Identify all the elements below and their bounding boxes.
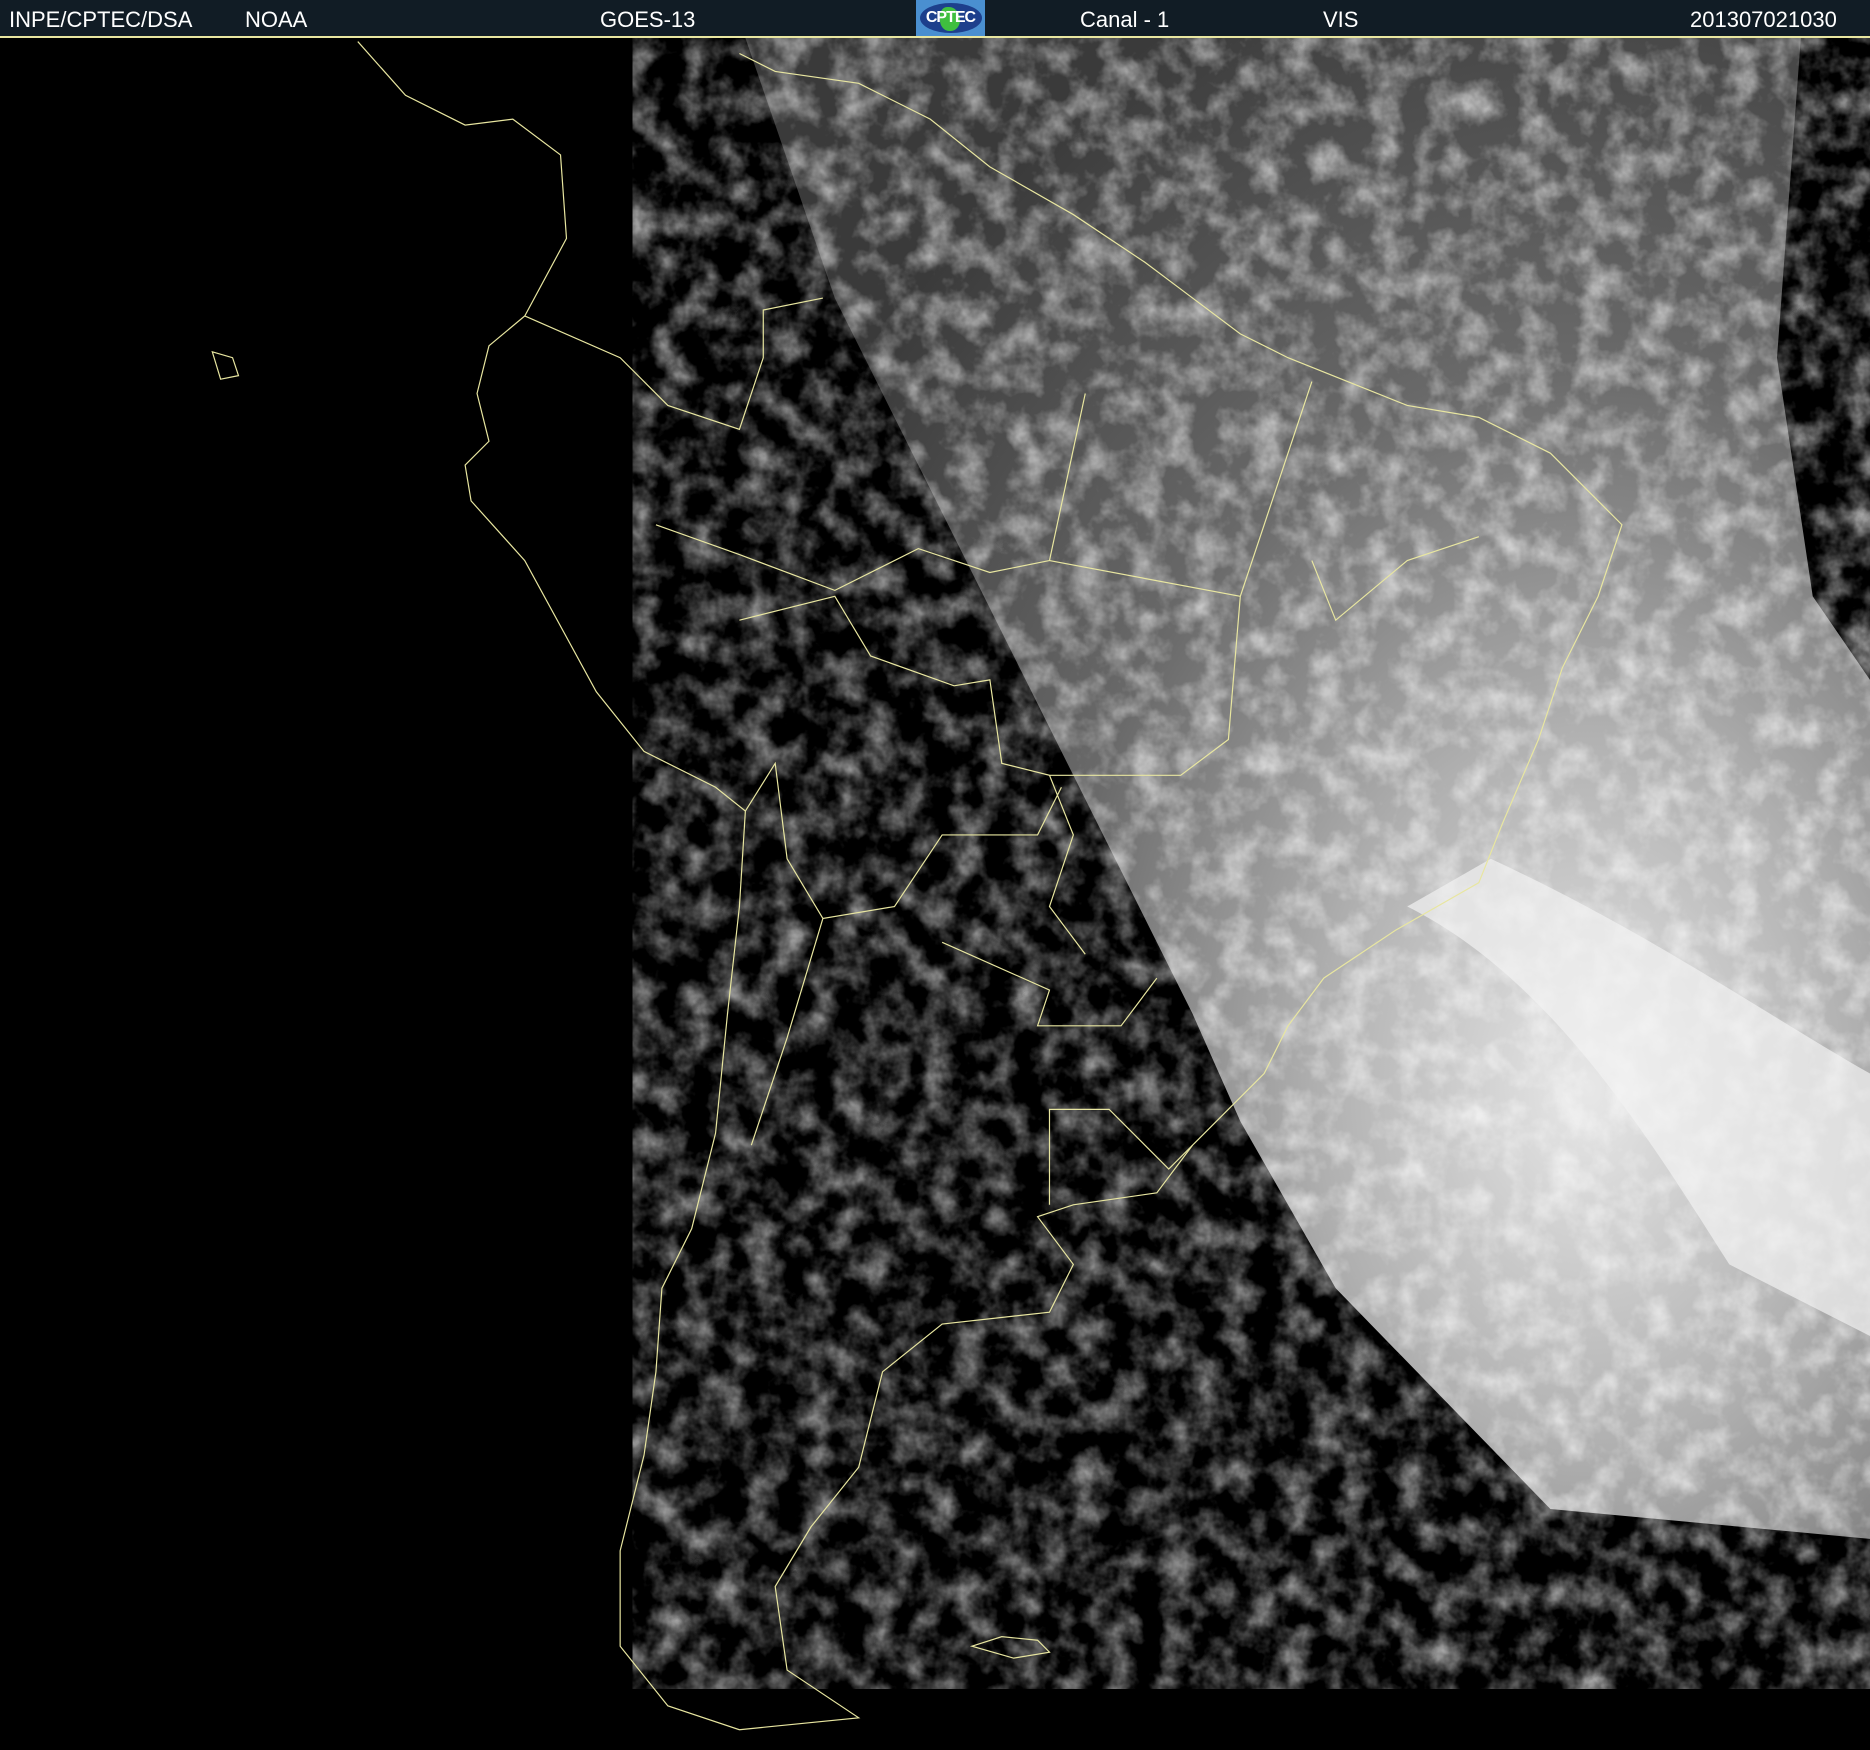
satellite-imagery — [745, 38, 1870, 1539]
channel-label: Canal - 1 — [1080, 7, 1170, 32]
source-label: INPE/CPTEC/DSA — [9, 7, 193, 32]
galapagos-islands — [211, 350, 240, 380]
timestamp-label: 201307021030 — [1690, 7, 1837, 32]
image-header: INPE/CPTEC/DSA NOAA GOES-13 CPTEC Canal … — [0, 0, 1870, 38]
satellite-map — [211, 38, 1870, 1731]
falkland-islands — [969, 1636, 1051, 1659]
logo-text: CPTEC — [925, 9, 976, 26]
satellite-label: GOES-13 — [600, 7, 696, 32]
cptec-logo: CPTEC — [916, 0, 985, 36]
agency-label: NOAA — [245, 7, 308, 32]
band-label: VIS — [1323, 7, 1359, 32]
